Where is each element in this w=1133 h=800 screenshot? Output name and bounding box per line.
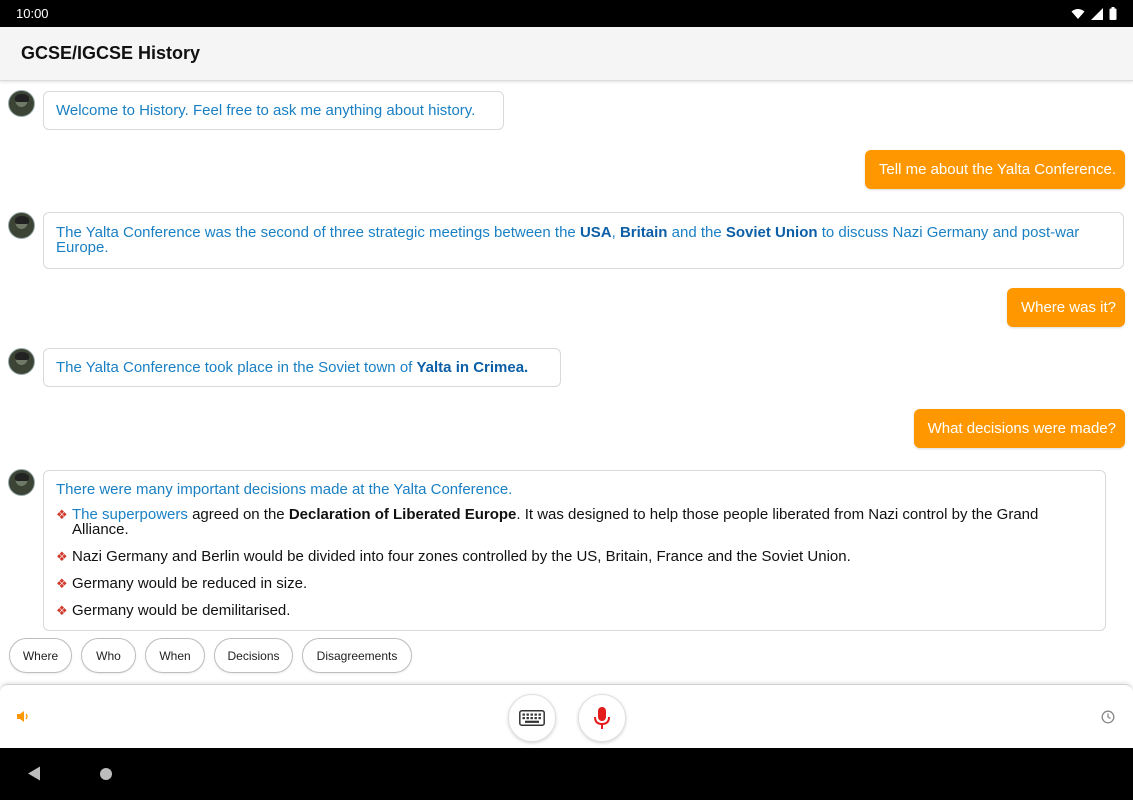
bot-message-bold: Soviet Union xyxy=(725,224,818,241)
bot-message-text: , xyxy=(611,224,620,241)
speaker-icon[interactable] xyxy=(16,710,30,723)
list-item: ❖ The superpowers agreed on the Declarat… xyxy=(56,507,1093,537)
chip-decisions[interactable]: Decisions xyxy=(214,638,293,673)
navigation-bar xyxy=(0,748,1133,800)
back-icon[interactable] xyxy=(27,766,41,781)
keyboard-icon xyxy=(519,710,545,726)
status-time: 10:00 xyxy=(16,6,49,21)
decision-list: ❖ The superpowers agreed on the Declarat… xyxy=(56,507,1093,618)
list-item: ❖ Germany would be reduced in size. xyxy=(56,576,1093,591)
chat-list[interactable]: Welcome to History. Feel free to ask me … xyxy=(0,82,1133,684)
list-item-text: Germany would be reduced in size. xyxy=(72,575,308,592)
bot-message-bold: Britain xyxy=(619,224,668,241)
bot-avatar xyxy=(8,469,35,496)
user-message: Tell me about the Yalta Conference. xyxy=(864,150,1125,189)
bot-message: The Yalta Conference was the second of t… xyxy=(43,212,1124,269)
diamond-bullet-icon: ❖ xyxy=(56,549,68,564)
list-item: ❖ Nazi Germany and Berlin would be divid… xyxy=(56,549,1093,564)
battery-icon xyxy=(1109,7,1117,20)
bot-message-text: and the xyxy=(667,224,726,241)
clock-icon[interactable] xyxy=(1101,710,1115,724)
list-item-text: The superpowers agreed on the Declaratio… xyxy=(72,507,1093,537)
bot-avatar xyxy=(8,212,35,239)
screen: 10:00 GCSE/IGCSE History Welcome to Hist… xyxy=(0,0,1133,800)
list-item-text: Germany would be demilitarised. xyxy=(72,602,291,619)
diamond-bullet-icon: ❖ xyxy=(56,576,68,591)
microphone-icon xyxy=(594,707,610,729)
user-message: What decisions were made? xyxy=(913,409,1125,448)
user-message-text: Tell me about the Yalta Conference. xyxy=(878,161,1116,178)
microphone-button[interactable] xyxy=(578,694,626,742)
status-icons xyxy=(1071,7,1117,20)
keyboard-button[interactable] xyxy=(508,694,556,742)
list-item-text: Nazi Germany and Berlin would be divided… xyxy=(72,548,851,565)
chip-disagreements[interactable]: Disagreements xyxy=(302,638,412,673)
chip-where[interactable]: Where xyxy=(9,638,72,673)
user-message-text: What decisions were made? xyxy=(927,420,1116,437)
input-bar xyxy=(0,684,1133,748)
user-message: Where was it? xyxy=(1006,288,1125,327)
bot-message-bold: USA xyxy=(579,224,612,241)
bot-avatar xyxy=(8,90,35,117)
suggestion-chips: Where Who When Decisions Disagreements xyxy=(9,638,412,673)
bot-message-text: The Yalta Conference was the second of t… xyxy=(56,224,580,241)
list-item-bold: Declaration of Liberated Europe xyxy=(288,506,517,523)
chip-who[interactable]: Who xyxy=(81,638,136,673)
bot-message: There were many important decisions made… xyxy=(43,470,1106,631)
app-title: GCSE/IGCSE History xyxy=(21,43,201,63)
diamond-bullet-icon: ❖ xyxy=(56,603,68,618)
bot-message-text: There were many important decisions made… xyxy=(56,481,513,498)
bot-message: The Yalta Conference took place in the S… xyxy=(43,348,561,387)
app-bar: GCSE/IGCSE History xyxy=(0,27,1133,81)
list-item-part: agreed on the xyxy=(187,506,289,523)
list-item: ❖ Germany would be demilitarised. xyxy=(56,603,1093,618)
user-message-text: Where was it? xyxy=(1020,299,1116,316)
diamond-bullet-icon: ❖ xyxy=(56,507,68,522)
home-icon[interactable] xyxy=(99,767,113,781)
signal-icon xyxy=(1091,7,1103,20)
bot-avatar xyxy=(8,348,35,375)
bot-message-bold: Yalta in Crimea. xyxy=(416,359,529,376)
status-bar: 10:00 xyxy=(0,0,1133,27)
bot-message-text: Welcome to History. Feel free to ask me … xyxy=(56,102,476,119)
bot-message: Welcome to History. Feel free to ask me … xyxy=(43,91,504,130)
chip-when[interactable]: When xyxy=(145,638,205,673)
bot-message-text: The Yalta Conference took place in the S… xyxy=(56,359,417,376)
wifi-icon xyxy=(1071,8,1085,19)
